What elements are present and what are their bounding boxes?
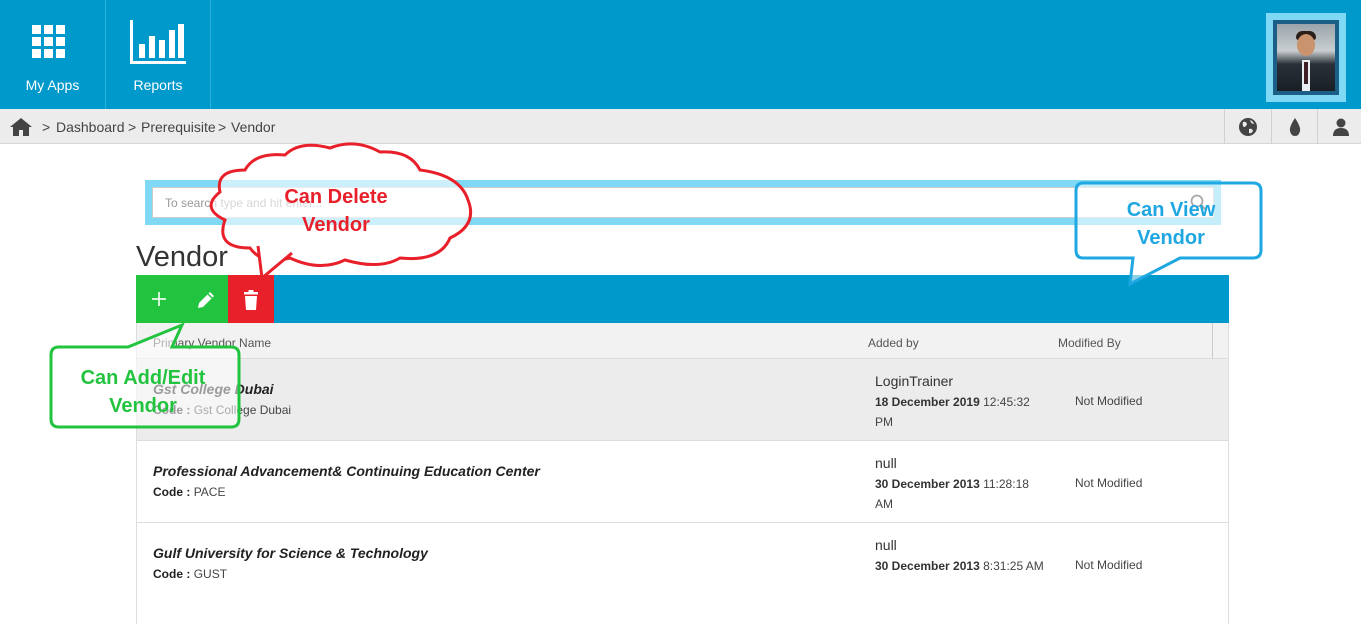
breadcrumb-dashboard[interactable]: Dashboard (56, 119, 125, 135)
table-row[interactable]: Gst College Dubai Code : Gst College Dub… (137, 359, 1228, 441)
added-by-user: LoginTrainer (875, 373, 954, 389)
column-header-added-by[interactable]: Added by (868, 336, 919, 350)
language-button[interactable] (1224, 109, 1270, 144)
table-row[interactable]: Professional Advancement& Continuing Edu… (137, 441, 1228, 523)
delete-callout-pointer (256, 245, 293, 280)
edit-button[interactable] (182, 275, 228, 323)
plus-icon (152, 292, 166, 306)
breadcrumb-vendor: Vendor (231, 119, 276, 135)
modified-by: Not Modified (1075, 476, 1143, 490)
breadcrumb-separator: > (218, 119, 227, 135)
breadcrumb-prerequisite[interactable]: Prerequisite (141, 119, 216, 135)
bar-chart-icon (130, 20, 186, 64)
table-header: Primary Vendor Name Added by Modified By (137, 323, 1228, 359)
added-date: 30 December 2013 11:28:18 AM (875, 477, 1029, 511)
nav-my-apps-label: My Apps (25, 77, 80, 93)
added-by-user: null (875, 455, 897, 471)
table-row[interactable]: Gulf University for Science & Technology… (137, 523, 1228, 605)
vendor-toolbar (136, 275, 1229, 323)
add-button[interactable] (136, 275, 182, 323)
globe-icon (1239, 118, 1257, 136)
added-date: 30 December 2013 8:31:25 AM (875, 559, 1044, 573)
profile-button[interactable] (1317, 109, 1361, 144)
vendor-code: Code : GUST (153, 567, 228, 581)
grid-icon (32, 25, 65, 58)
column-header-modified-by[interactable]: Modified By (1058, 336, 1121, 350)
add-edit-callout-text: Can Add/Edit Vendor (80, 367, 206, 417)
water-drop-icon (1289, 118, 1301, 136)
breadcrumb-bar: > Dashboard > Prerequisite > Vendor (0, 109, 1361, 144)
home-icon[interactable] (10, 118, 32, 136)
breadcrumb-separator: > (42, 119, 51, 135)
nav-my-apps[interactable]: My Apps (0, 0, 106, 109)
delete-button[interactable] (228, 275, 274, 323)
theme-button[interactable] (1271, 109, 1317, 144)
pencil-icon (198, 292, 214, 308)
avatar-photo (1277, 24, 1335, 91)
user-icon (1333, 118, 1349, 136)
delete-callout-text: Can Delete Vendor (284, 186, 388, 236)
column-header-vendor-name[interactable]: Primary Vendor Name (153, 336, 271, 350)
view-callout-text: Can View Vendor (1126, 199, 1216, 249)
page-title: Vendor (136, 241, 228, 273)
user-avatar[interactable] (1266, 13, 1346, 102)
vendor-name: Professional Advancement& Continuing Edu… (153, 463, 540, 479)
vendor-name: Gulf University for Science & Technology (153, 545, 428, 561)
vendor-table: Primary Vendor Name Added by Modified By… (136, 323, 1229, 624)
top-navigation-bar: My Apps Reports (0, 0, 1361, 109)
modified-by: Not Modified (1075, 394, 1143, 408)
breadcrumb-separator: > (128, 119, 137, 135)
nav-reports[interactable]: Reports (106, 0, 211, 109)
trash-icon (244, 290, 258, 310)
modified-by: Not Modified (1075, 558, 1143, 572)
added-date: 18 December 2019 12:45:32 PM (875, 395, 1030, 429)
nav-reports-label: Reports (133, 77, 183, 93)
vendor-code: Code : PACE (153, 485, 226, 499)
added-by-user: null (875, 537, 897, 553)
